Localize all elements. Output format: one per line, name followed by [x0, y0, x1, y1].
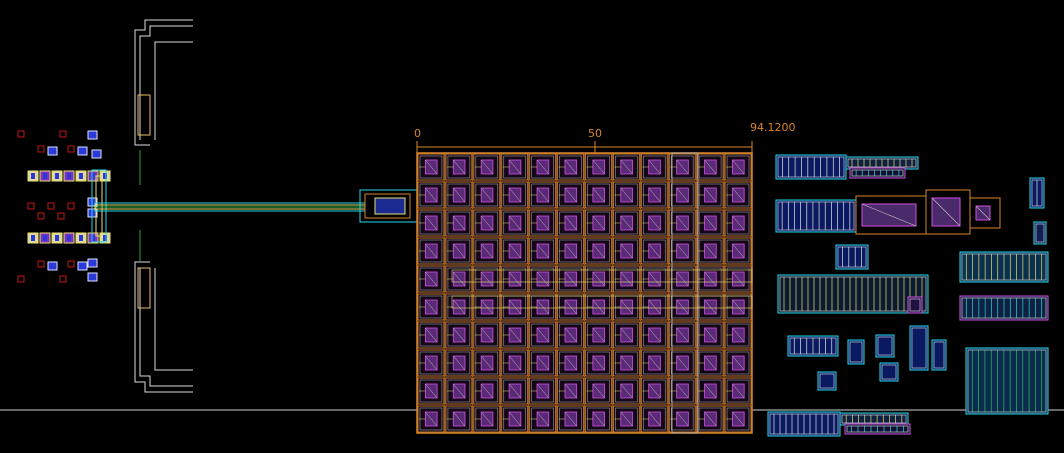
right-block-small-b[interactable] [907, 296, 923, 314]
right-block-far-mid2[interactable] [959, 295, 1049, 321]
right-block-row-a[interactable] [787, 335, 839, 357]
right-block-row-d[interactable] [909, 325, 929, 371]
right-block-row-b[interactable] [847, 339, 865, 365]
blue-device[interactable] [77, 261, 88, 271]
right-block-far-small[interactable] [1033, 221, 1047, 245]
right-block-small-a[interactable] [835, 244, 869, 270]
blue-device[interactable] [87, 130, 98, 140]
right-block-far-bottom[interactable] [965, 347, 1049, 415]
right-block-bottom-sub[interactable] [844, 423, 911, 435]
right-block-row-g[interactable] [879, 362, 899, 382]
right-block-row-e[interactable] [931, 339, 947, 371]
blue-device[interactable] [87, 258, 98, 268]
transistor-device[interactable] [27, 232, 39, 244]
transistor-device[interactable] [51, 232, 63, 244]
ruler-label-0: 0 [414, 127, 421, 140]
blue-device[interactable] [91, 149, 102, 159]
cell-array[interactable] [416, 152, 753, 434]
transistor-device[interactable] [63, 232, 75, 244]
right-block-mid-bank[interactable] [775, 199, 857, 233]
transistor-device[interactable] [63, 170, 75, 182]
right-block-row-f[interactable] [817, 371, 837, 391]
right-block-top-sub[interactable] [849, 167, 906, 179]
right-block-row-c[interactable] [875, 334, 895, 358]
transistor-device[interactable] [51, 170, 63, 182]
blue-device[interactable] [47, 146, 58, 156]
transistor-device[interactable] [75, 170, 87, 182]
right-block-top-bank[interactable] [775, 154, 847, 180]
ruler-label-end: 94.1200 [750, 121, 796, 134]
blue-device[interactable] [77, 146, 88, 156]
ruler-label-50: 50 [588, 127, 602, 140]
transistor-device[interactable] [75, 232, 87, 244]
right-block-top-strip[interactable] [845, 156, 919, 170]
transistor-device[interactable] [39, 232, 51, 244]
right-block-bottom-strip[interactable] [839, 412, 909, 426]
layout-canvas[interactable]: 0 50 94.1200 [0, 0, 1064, 453]
right-block-far-top[interactable] [1029, 177, 1045, 209]
blue-device[interactable] [47, 261, 58, 271]
right-block-bottom-bank[interactable] [767, 411, 841, 437]
transistor-device[interactable] [27, 170, 39, 182]
right-block-center[interactable] [777, 274, 929, 314]
right-block-far-mid[interactable] [959, 251, 1049, 283]
transistor-device[interactable] [39, 170, 51, 182]
blue-device[interactable] [87, 272, 98, 282]
